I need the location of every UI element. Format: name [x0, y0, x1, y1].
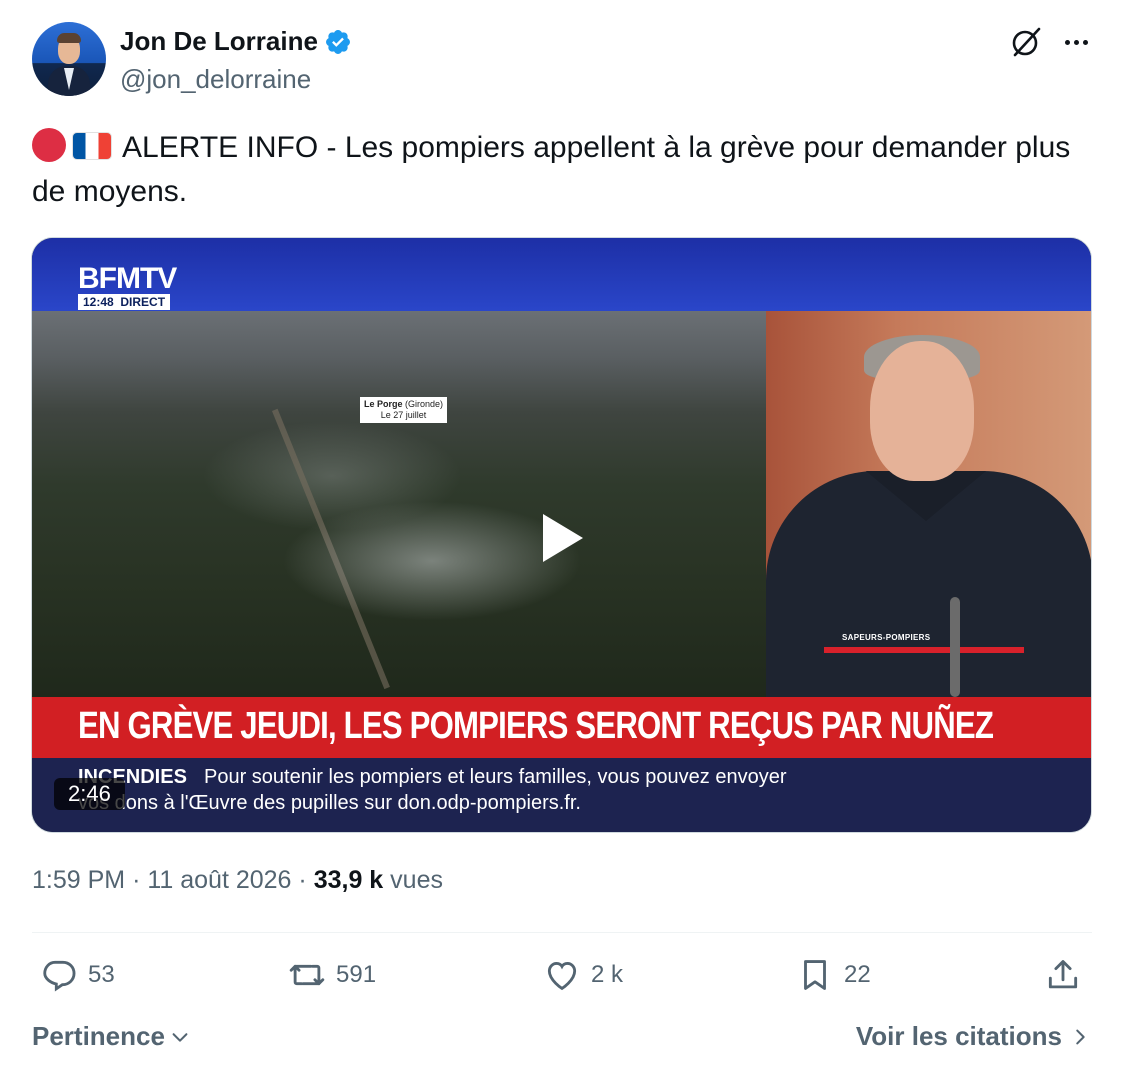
reply-count: 53: [88, 961, 115, 988]
chevron-right-icon: [1076, 1029, 1085, 1044]
views-count: 33,9 k: [313, 866, 384, 894]
retweet-count: 591: [336, 961, 377, 988]
ticker-line-1: Pour soutenir les pompiers et leurs fami…: [204, 766, 787, 788]
bookmark-icon: [804, 960, 826, 990]
microphone: [950, 597, 960, 697]
bookmark-count: 22: [844, 961, 871, 988]
play-button[interactable]: [504, 488, 620, 588]
verified-badge-icon: [325, 29, 350, 54]
play-icon: [543, 514, 583, 562]
heart-icon: [547, 962, 577, 991]
headline-banner: EN GRÈVE JEUDI, LES POMPIERS SERONT REÇU…: [32, 697, 1091, 758]
news-ticker: INCENDIES Pour soutenir les pompiers et …: [32, 758, 1091, 832]
grok-icon[interactable]: [1008, 24, 1044, 60]
sort-replies-dropdown[interactable]: Pertinence: [32, 1021, 191, 1052]
like-button[interactable]: 2 k: [543, 956, 623, 994]
avatar[interactable]: [32, 22, 106, 96]
uniform-label: SAPEURS-POMPIERS: [842, 633, 931, 642]
chevron-down-icon: [172, 1032, 188, 1042]
more-options-icon[interactable]: [1058, 26, 1094, 58]
forest-fire-footage: Le Porge (Gironde) Le 27 juillet: [32, 311, 766, 699]
share-icon: [1048, 960, 1078, 989]
views-label: vues: [390, 866, 443, 894]
studio-guest-footage: SAPEURS-POMPIERS: [766, 311, 1091, 701]
quotes-label: Voir les citations: [855, 1021, 1062, 1051]
tweet-text: ALERTE INFO - Les pompiers appellent à l…: [32, 126, 1092, 214]
tweet-header: Jon De Lorraine @jon_delorraine: [32, 22, 1092, 102]
retweet-button[interactable]: 591: [288, 956, 376, 994]
tweet-body: ALERTE INFO - Les pompiers appellent à l…: [32, 131, 1071, 208]
tweet-date[interactable]: 11 août 2026: [147, 866, 291, 894]
share-button[interactable]: [1044, 956, 1082, 994]
retweet-icon: [289, 964, 325, 986]
author-handle[interactable]: @jon_delorraine: [120, 64, 311, 95]
video-player[interactable]: BFMTV 12:48 DIRECT Le Porge (Gironde) Le…: [31, 237, 1092, 833]
channel-logo: BFMTV: [78, 262, 177, 295]
red-circle-emoji-icon: [32, 128, 66, 162]
tweet-meta: 1:59 PM · 11 août 2026 · 33,9 k vues: [32, 866, 443, 894]
reply-icon: [43, 960, 76, 992]
video-duration: 2:46: [54, 778, 125, 810]
like-count: 2 k: [591, 961, 624, 988]
tweet-time[interactable]: 1:59 PM: [32, 866, 125, 894]
display-name[interactable]: Jon De Lorraine: [120, 26, 318, 57]
channel-timestamp: 12:48 DIRECT: [78, 294, 171, 310]
channel-banner: [32, 238, 1091, 311]
ticker-line-2: vos dons à l'Œuvre des pupilles sur don.…: [78, 792, 581, 814]
headline-text: EN GRÈVE JEUDI, LES POMPIERS SERONT REÇU…: [78, 705, 994, 747]
reply-button[interactable]: 53: [40, 956, 115, 994]
author-name-row[interactable]: Jon De Lorraine: [120, 26, 352, 57]
sort-label: Pertinence: [32, 1021, 165, 1051]
view-quotes-link[interactable]: Voir les citations: [856, 1021, 1090, 1052]
france-flag-emoji-icon: [72, 132, 112, 160]
divider: [32, 932, 1092, 933]
bookmark-button[interactable]: 22: [796, 956, 871, 994]
location-caption: Le Porge (Gironde) Le 27 juillet: [360, 397, 448, 423]
action-bar: 53 591 2 k 22: [40, 956, 1090, 1000]
